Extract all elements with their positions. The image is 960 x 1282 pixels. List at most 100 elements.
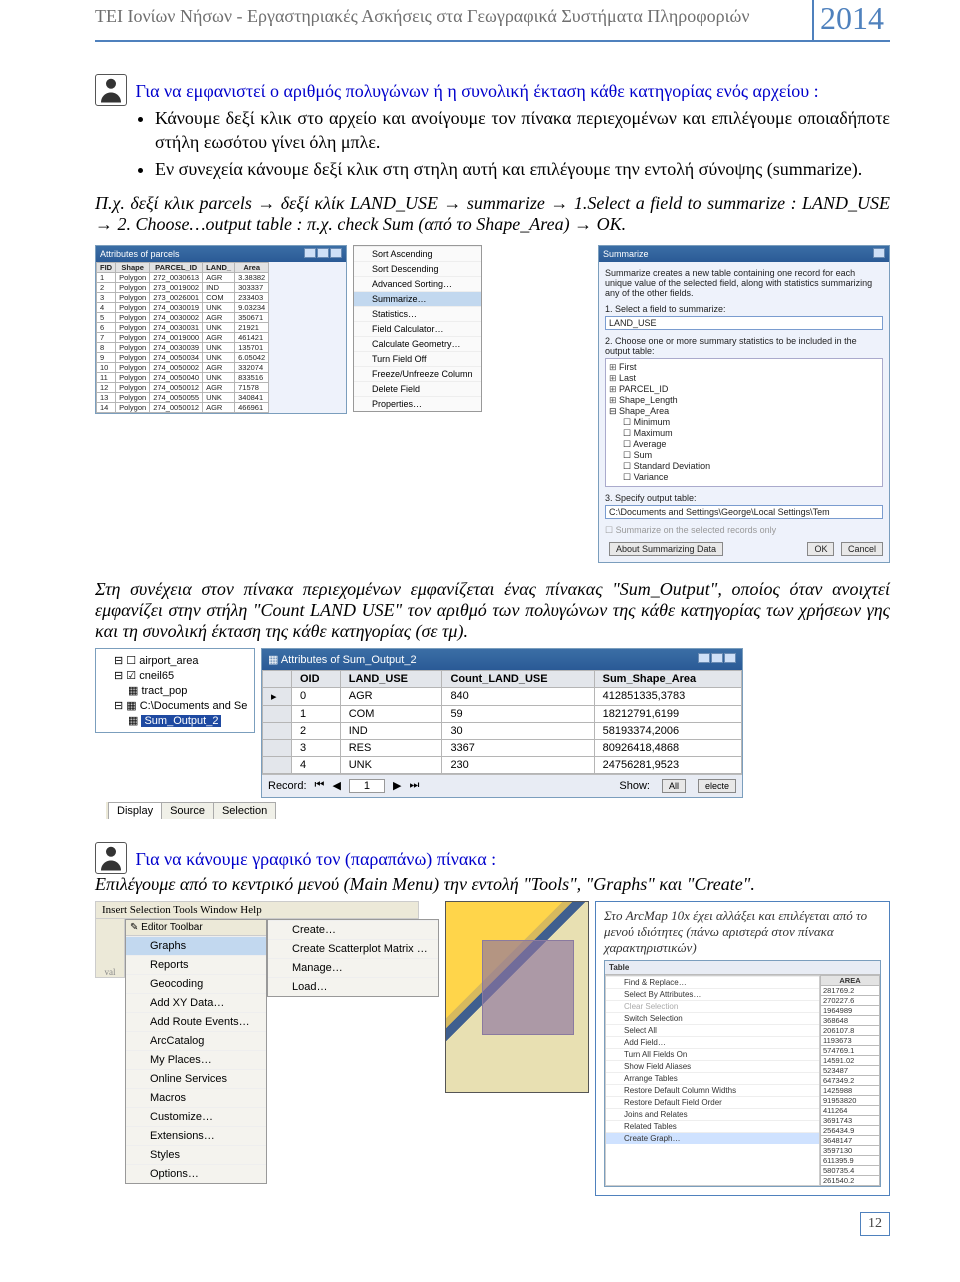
graph-lead-text: Για να κάνουμε γραφικό τον (παραπάνω) πί… bbox=[136, 849, 497, 869]
figure-row-2: ⊟ ☐ airport_area ⊟ ☑ cneil65 ▦ tract_pop… bbox=[95, 648, 890, 798]
menu-item[interactable]: Select By Attributes… bbox=[606, 988, 819, 1000]
menu-macros[interactable]: Macros bbox=[126, 1088, 266, 1107]
nav-prev-icon[interactable]: ◀ bbox=[332, 779, 340, 792]
graph-lead: Για να κάνουμε γραφικό τον (παραπάνω) πί… bbox=[95, 838, 890, 870]
menu-customize[interactable]: Customize… bbox=[126, 1107, 266, 1126]
nav-first-icon[interactable]: ⏮ bbox=[315, 779, 325, 792]
map-thumbnail bbox=[445, 901, 589, 1093]
about-button[interactable]: About Summarizing Data bbox=[609, 542, 723, 556]
menu-extensions[interactable]: Extensions… bbox=[126, 1126, 266, 1145]
nav-last-icon[interactable]: ⏭ bbox=[410, 779, 420, 792]
menu-item[interactable]: Freeze/Unfreeze Column bbox=[354, 366, 481, 381]
menu-item-summarize[interactable]: Summarize… bbox=[354, 291, 481, 306]
dialog-description: Summarize creates a new table containing… bbox=[605, 268, 883, 298]
dialog-title: Summarize bbox=[603, 249, 649, 259]
show-label: Show: bbox=[619, 780, 650, 792]
note-text: Στο ArcMap 10x έχει αλλάξει και επιλέγετ… bbox=[604, 908, 867, 955]
menu-item[interactable]: Advanced Sorting… bbox=[354, 276, 481, 291]
menu-item[interactable]: Restore Default Field Order bbox=[606, 1096, 819, 1108]
menu-item[interactable]: Find & Replace… bbox=[606, 976, 819, 988]
show-all-button[interactable]: All bbox=[662, 779, 686, 793]
sum-output-window: ▦ Attributes of Sum_Output_2 OIDLAND_USE… bbox=[261, 648, 743, 798]
menu-create-graph[interactable]: Create Graph… bbox=[606, 1132, 819, 1144]
cancel-button[interactable]: Cancel bbox=[841, 542, 883, 556]
menu-item[interactable]: Calculate Geometry… bbox=[354, 336, 481, 351]
summarize-field-select[interactable]: LAND_USE bbox=[605, 316, 883, 330]
vertical-toolbar: val bbox=[95, 919, 125, 978]
menu-styles[interactable]: Styles bbox=[126, 1145, 266, 1164]
record-label: Record: bbox=[268, 780, 307, 792]
menu-addroute[interactable]: Add Route Events… bbox=[126, 1012, 266, 1031]
toc-selected[interactable]: Sum_Output_2 bbox=[141, 715, 221, 727]
close-icon[interactable] bbox=[872, 248, 885, 260]
figure-row-1: Attributes of parcels FIDShape PARCEL_ID… bbox=[95, 245, 890, 563]
window-titlebar: Attributes of parcels bbox=[96, 246, 346, 262]
menu-options[interactable]: Options… bbox=[126, 1164, 266, 1183]
menu-item[interactable]: Joins and Relates bbox=[606, 1108, 819, 1120]
menu-item[interactable]: Arrange Tables bbox=[606, 1072, 819, 1084]
step3-label: 3. Specify output table: bbox=[605, 493, 883, 503]
window-buttons[interactable] bbox=[697, 653, 736, 666]
lead-text: Για να εμφανιστεί ο αριθμός πολυγώνων ή … bbox=[136, 81, 819, 101]
menu-addxy[interactable]: Add XY Data… bbox=[126, 993, 266, 1012]
header-year-box: 2014 bbox=[812, 0, 890, 40]
area-column: AREA 281769.2 270227.6 1964989 368648 20… bbox=[820, 975, 880, 1186]
section-lead: Για να εμφανιστεί ο αριθμός πολυγώνων ή … bbox=[95, 70, 890, 102]
menu-item[interactable]: Turn Field Off bbox=[354, 351, 481, 366]
selected-only-checkbox[interactable]: Summarize on the selected records only bbox=[605, 525, 883, 536]
submenu-scatter[interactable]: Create Scatterplot Matrix … bbox=[268, 939, 438, 958]
menu-item[interactable]: Properties… bbox=[354, 396, 481, 411]
menu-item[interactable]: Turn All Fields On bbox=[606, 1048, 819, 1060]
menu-item[interactable]: Field Calculator… bbox=[354, 321, 481, 336]
sum-output-table: OIDLAND_USE Count_LAND_USESum_Shape_Area… bbox=[262, 670, 742, 774]
person-icon bbox=[95, 74, 127, 106]
record-number-input[interactable]: 1 bbox=[349, 779, 385, 793]
summarize-dialog: Summarize Summarize creates a new table … bbox=[598, 245, 890, 563]
table-options-menu[interactable]: Find & Replace… Select By Attributes… Cl… bbox=[605, 975, 820, 1186]
tab-display[interactable]: Display bbox=[108, 802, 162, 819]
menu-item[interactable]: Related Tables bbox=[606, 1120, 819, 1132]
parcels-table: FIDShape PARCEL_IDLAND_ Area 1Polygon272… bbox=[96, 262, 269, 413]
output-path-input[interactable]: C:\Documents and Settings\George\Local S… bbox=[605, 505, 883, 519]
submenu-create[interactable]: Create… bbox=[268, 920, 438, 939]
dialog-titlebar: Summarize bbox=[599, 246, 889, 262]
menu-item[interactable]: Select All bbox=[606, 1024, 819, 1036]
main-menu-bar[interactable]: Insert Selection Tools Window Help bbox=[95, 901, 419, 919]
field-context-menu[interactable]: Sort Ascending Sort Descending Advanced … bbox=[353, 245, 482, 412]
window-buttons[interactable] bbox=[303, 248, 342, 260]
figure-row-3: Insert Selection Tools Window Help val ✎… bbox=[95, 901, 890, 1196]
menu-item[interactable]: Show Field Aliases bbox=[606, 1060, 819, 1072]
menu-item[interactable]: Sort Descending bbox=[354, 261, 481, 276]
tab-selection[interactable]: Selection bbox=[213, 802, 276, 819]
menu-item[interactable]: Statistics… bbox=[354, 306, 481, 321]
tools-menu[interactable]: ✎ Editor Toolbar Graphs Reports Geocodin… bbox=[125, 919, 267, 1184]
menu-graphs[interactable]: Graphs bbox=[126, 936, 266, 955]
window-title: Attributes of Sum_Output_2 bbox=[281, 654, 417, 666]
nav-next-icon[interactable]: ▶ bbox=[393, 779, 401, 792]
submenu-load[interactable]: Load… bbox=[268, 977, 438, 996]
menu-item[interactable]: Switch Selection bbox=[606, 1012, 819, 1024]
menu-item[interactable]: Sort Ascending bbox=[354, 246, 481, 261]
parcels-attribute-window: Attributes of parcels FIDShape PARCEL_ID… bbox=[95, 245, 347, 414]
stats-tree[interactable]: First Last PARCEL_ID Shape_Length ⊟ Shap… bbox=[605, 358, 883, 487]
menu-online[interactable]: Online Services bbox=[126, 1069, 266, 1088]
attrib-tabs[interactable]: Display Source Selection bbox=[106, 802, 275, 819]
show-selected-button[interactable]: electe bbox=[698, 779, 736, 793]
graphs-submenu[interactable]: Create… Create Scatterplot Matrix … Mana… bbox=[267, 919, 439, 997]
submenu-manage[interactable]: Manage… bbox=[268, 958, 438, 977]
header-year: 2014 bbox=[820, 2, 884, 34]
page-number-wrap: 12 bbox=[95, 1212, 890, 1236]
menu-item[interactable]: Restore Default Column Widths bbox=[606, 1084, 819, 1096]
menu-arccatalog[interactable]: ArcCatalog bbox=[126, 1031, 266, 1050]
menu-item[interactable]: Delete Field bbox=[354, 381, 481, 396]
window-title: Attributes of parcels bbox=[100, 249, 180, 259]
ok-button[interactable]: OK bbox=[807, 542, 834, 556]
intro-bullets: Κάνουμε δεξί κλικ στο αρχείο και ανοίγου… bbox=[95, 106, 890, 181]
menu-reports[interactable]: Reports bbox=[126, 955, 266, 974]
menu-myplaces[interactable]: My Places… bbox=[126, 1050, 266, 1069]
toc-pane[interactable]: ⊟ ☐ airport_area ⊟ ☑ cneil65 ▦ tract_pop… bbox=[95, 648, 255, 733]
step1-label: 1. Select a field to summarize: bbox=[605, 304, 883, 314]
tab-source[interactable]: Source bbox=[161, 802, 214, 819]
menu-item[interactable]: Add Field… bbox=[606, 1036, 819, 1048]
menu-geocoding[interactable]: Geocoding bbox=[126, 974, 266, 993]
